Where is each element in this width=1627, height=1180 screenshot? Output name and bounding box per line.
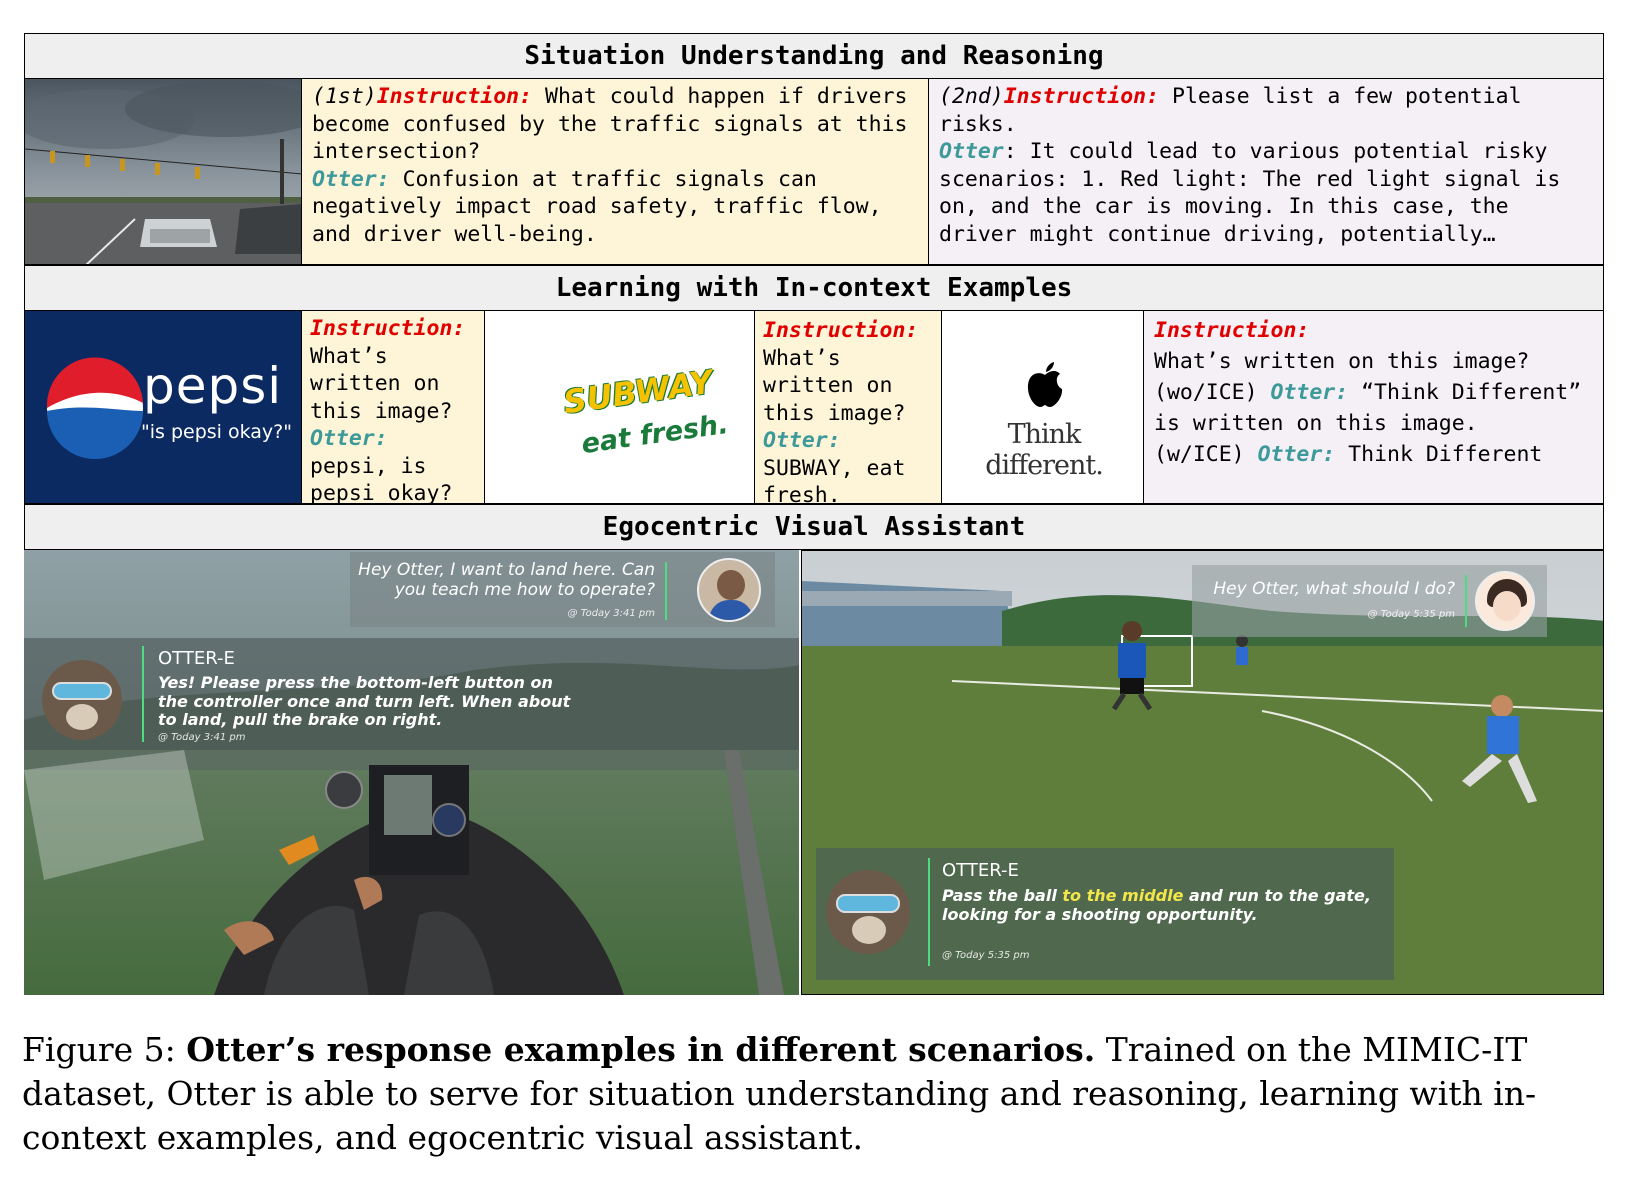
section-title: Egocentric Visual Assistant [602, 512, 1026, 542]
section-header-in-context: Learning with In-context Examples [24, 265, 1604, 311]
pepsi-logo-image: pepsi "is pepsi okay?" [24, 310, 302, 504]
subway-brand-text: SUBWAY [561, 362, 716, 422]
section-header-egocentric: Egocentric Visual Assistant [24, 504, 1604, 550]
otter-label: Otter [939, 139, 1004, 164]
caption-label: Figure 5: [22, 1030, 187, 1069]
user-avatar [697, 558, 761, 622]
example-cell-subway: Instruction: What’s written on this imag… [754, 310, 942, 508]
otter-response-bubble: OTTER-E Pass the ball to the middle and … [816, 848, 1394, 980]
soccer-field-scene: Hey Otter, what should I do? @ Today 5:3… [801, 550, 1604, 995]
example-cell-apple: Instruction: What’s written on this imag… [1143, 310, 1604, 504]
otter-response: : It could lead to various potential ris… [939, 139, 1574, 247]
section-title: Situation Understanding and Reasoning [524, 41, 1104, 71]
user-message-bubble: Hey Otter, what should I do? @ Today 5:3… [1192, 565, 1547, 637]
turn-prefix: (1st) [312, 84, 377, 109]
otter-message-part: Pass the ball [942, 886, 1063, 905]
glider-cockpit-scene: Hey Otter, I want to land here. Can you … [24, 550, 799, 995]
user-avatar [1475, 571, 1535, 631]
otter-name: OTTER-E [158, 648, 235, 669]
wice-prefix: (w/ICE) [1154, 442, 1258, 467]
otter-avatar [42, 660, 122, 740]
otter-name: OTTER-E [942, 860, 1019, 881]
instruction-label: Instruction: [763, 318, 919, 343]
instruction-text: What’s written on this image? [1154, 349, 1530, 374]
traffic-intersection-image [24, 78, 302, 265]
bubble-accent-bar [665, 562, 667, 620]
otter-label: Otter: [1257, 442, 1336, 467]
instruction-label: Instruction: [310, 316, 466, 341]
instruction-text: What’s written on this image? [763, 345, 906, 426]
instruction-label: Instruction: [1154, 318, 1310, 343]
apple-tagline: Think different. [985, 419, 1104, 481]
apple-logo-icon [1027, 362, 1063, 407]
pepsi-tagline: "is pepsi okay?" [141, 421, 292, 443]
user-timestamp: @ Today 3:41 pm [567, 608, 655, 619]
section-title: Learning with In-context Examples [555, 273, 1073, 303]
user-message-bubble: Hey Otter, I want to land here. Can you … [350, 552, 775, 627]
instruction-cell-1st: (1st)Instruction: What could happen if d… [301, 78, 929, 265]
turn-prefix: (2nd) [939, 84, 1004, 109]
instruction-label: Instruction: [376, 84, 533, 109]
otter-message-text: Pass the ball to the middle and run to t… [942, 886, 1387, 924]
bubble-accent-bar [1465, 575, 1467, 627]
otter-avatar [826, 870, 910, 954]
figure-caption: Figure 5: Otter’s response examples in d… [22, 1028, 1617, 1160]
otter-timestamp: @ Today 3:41 pm [158, 732, 246, 743]
example-cell-pepsi: Instruction: What’s written on this imag… [301, 310, 485, 506]
subway-logo-image: SUBWAY eat fresh. [484, 310, 755, 504]
instruction-label: Instruction: [1003, 84, 1160, 109]
apple-think-different-image: Think different. [941, 310, 1144, 504]
instruction-cell-2nd: (2nd)Instruction: Please list a few pote… [928, 78, 1604, 265]
caption-title: Otter’s response examples in different s… [186, 1030, 1096, 1069]
user-message-text: Hey Otter, I want to land here. Can you … [358, 560, 655, 600]
otter-label: Otter: [763, 428, 841, 453]
instruction-text: What’s written on this image? [310, 343, 453, 424]
otter-label: Otter: [312, 166, 390, 192]
otter-response-bubble: OTTER-E Yes! Please press the bottom-lef… [24, 638, 799, 750]
otter-message-text: Yes! Please press the bottom-left button… [158, 673, 571, 729]
bubble-accent-bar [142, 646, 144, 742]
otter-label: Otter: [310, 426, 388, 451]
otter-response: Confusion at traffic signals can negativ… [312, 166, 895, 247]
otter-message-highlight: to the middle [1062, 886, 1184, 905]
pepsi-brand-text: pepsi [143, 357, 283, 415]
user-message-text: Hey Otter, what should I do? [1213, 579, 1455, 599]
woice-prefix: (wo/ICE) [1154, 380, 1271, 405]
otter-label: Otter: [1270, 380, 1349, 405]
section-header-situation: Situation Understanding and Reasoning [24, 33, 1604, 79]
subway-tagline: eat fresh. [579, 408, 731, 461]
wice-response: Think Different [1335, 442, 1543, 467]
user-timestamp: @ Today 5:35 pm [1367, 609, 1455, 620]
otter-timestamp: @ Today 5:35 pm [942, 950, 1030, 961]
bubble-accent-bar [928, 858, 930, 966]
